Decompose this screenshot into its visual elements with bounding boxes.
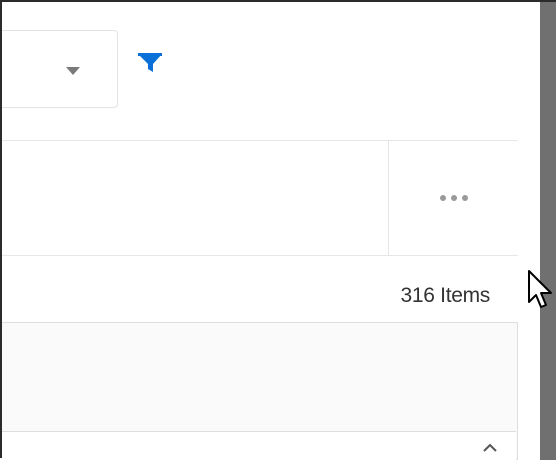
chevron-up-icon <box>483 443 497 452</box>
scroll-up-button[interactable] <box>482 440 498 456</box>
mouse-cursor-icon <box>528 270 552 308</box>
filter-icon <box>138 53 162 72</box>
window-scrollbar[interactable] <box>540 2 556 460</box>
window-frame: 316 Items <box>0 0 556 462</box>
chevron-down-icon <box>66 67 80 75</box>
content-panel: 316 Items <box>2 2 530 462</box>
view-select[interactable] <box>2 30 118 108</box>
table-header-row <box>2 140 518 256</box>
more-options-icon <box>439 195 468 201</box>
items-count: 316 Items <box>400 284 490 307</box>
more-options-button[interactable] <box>389 141 518 255</box>
table-body <box>2 431 516 462</box>
results-table <box>2 322 518 462</box>
filter-button[interactable] <box>136 50 166 80</box>
